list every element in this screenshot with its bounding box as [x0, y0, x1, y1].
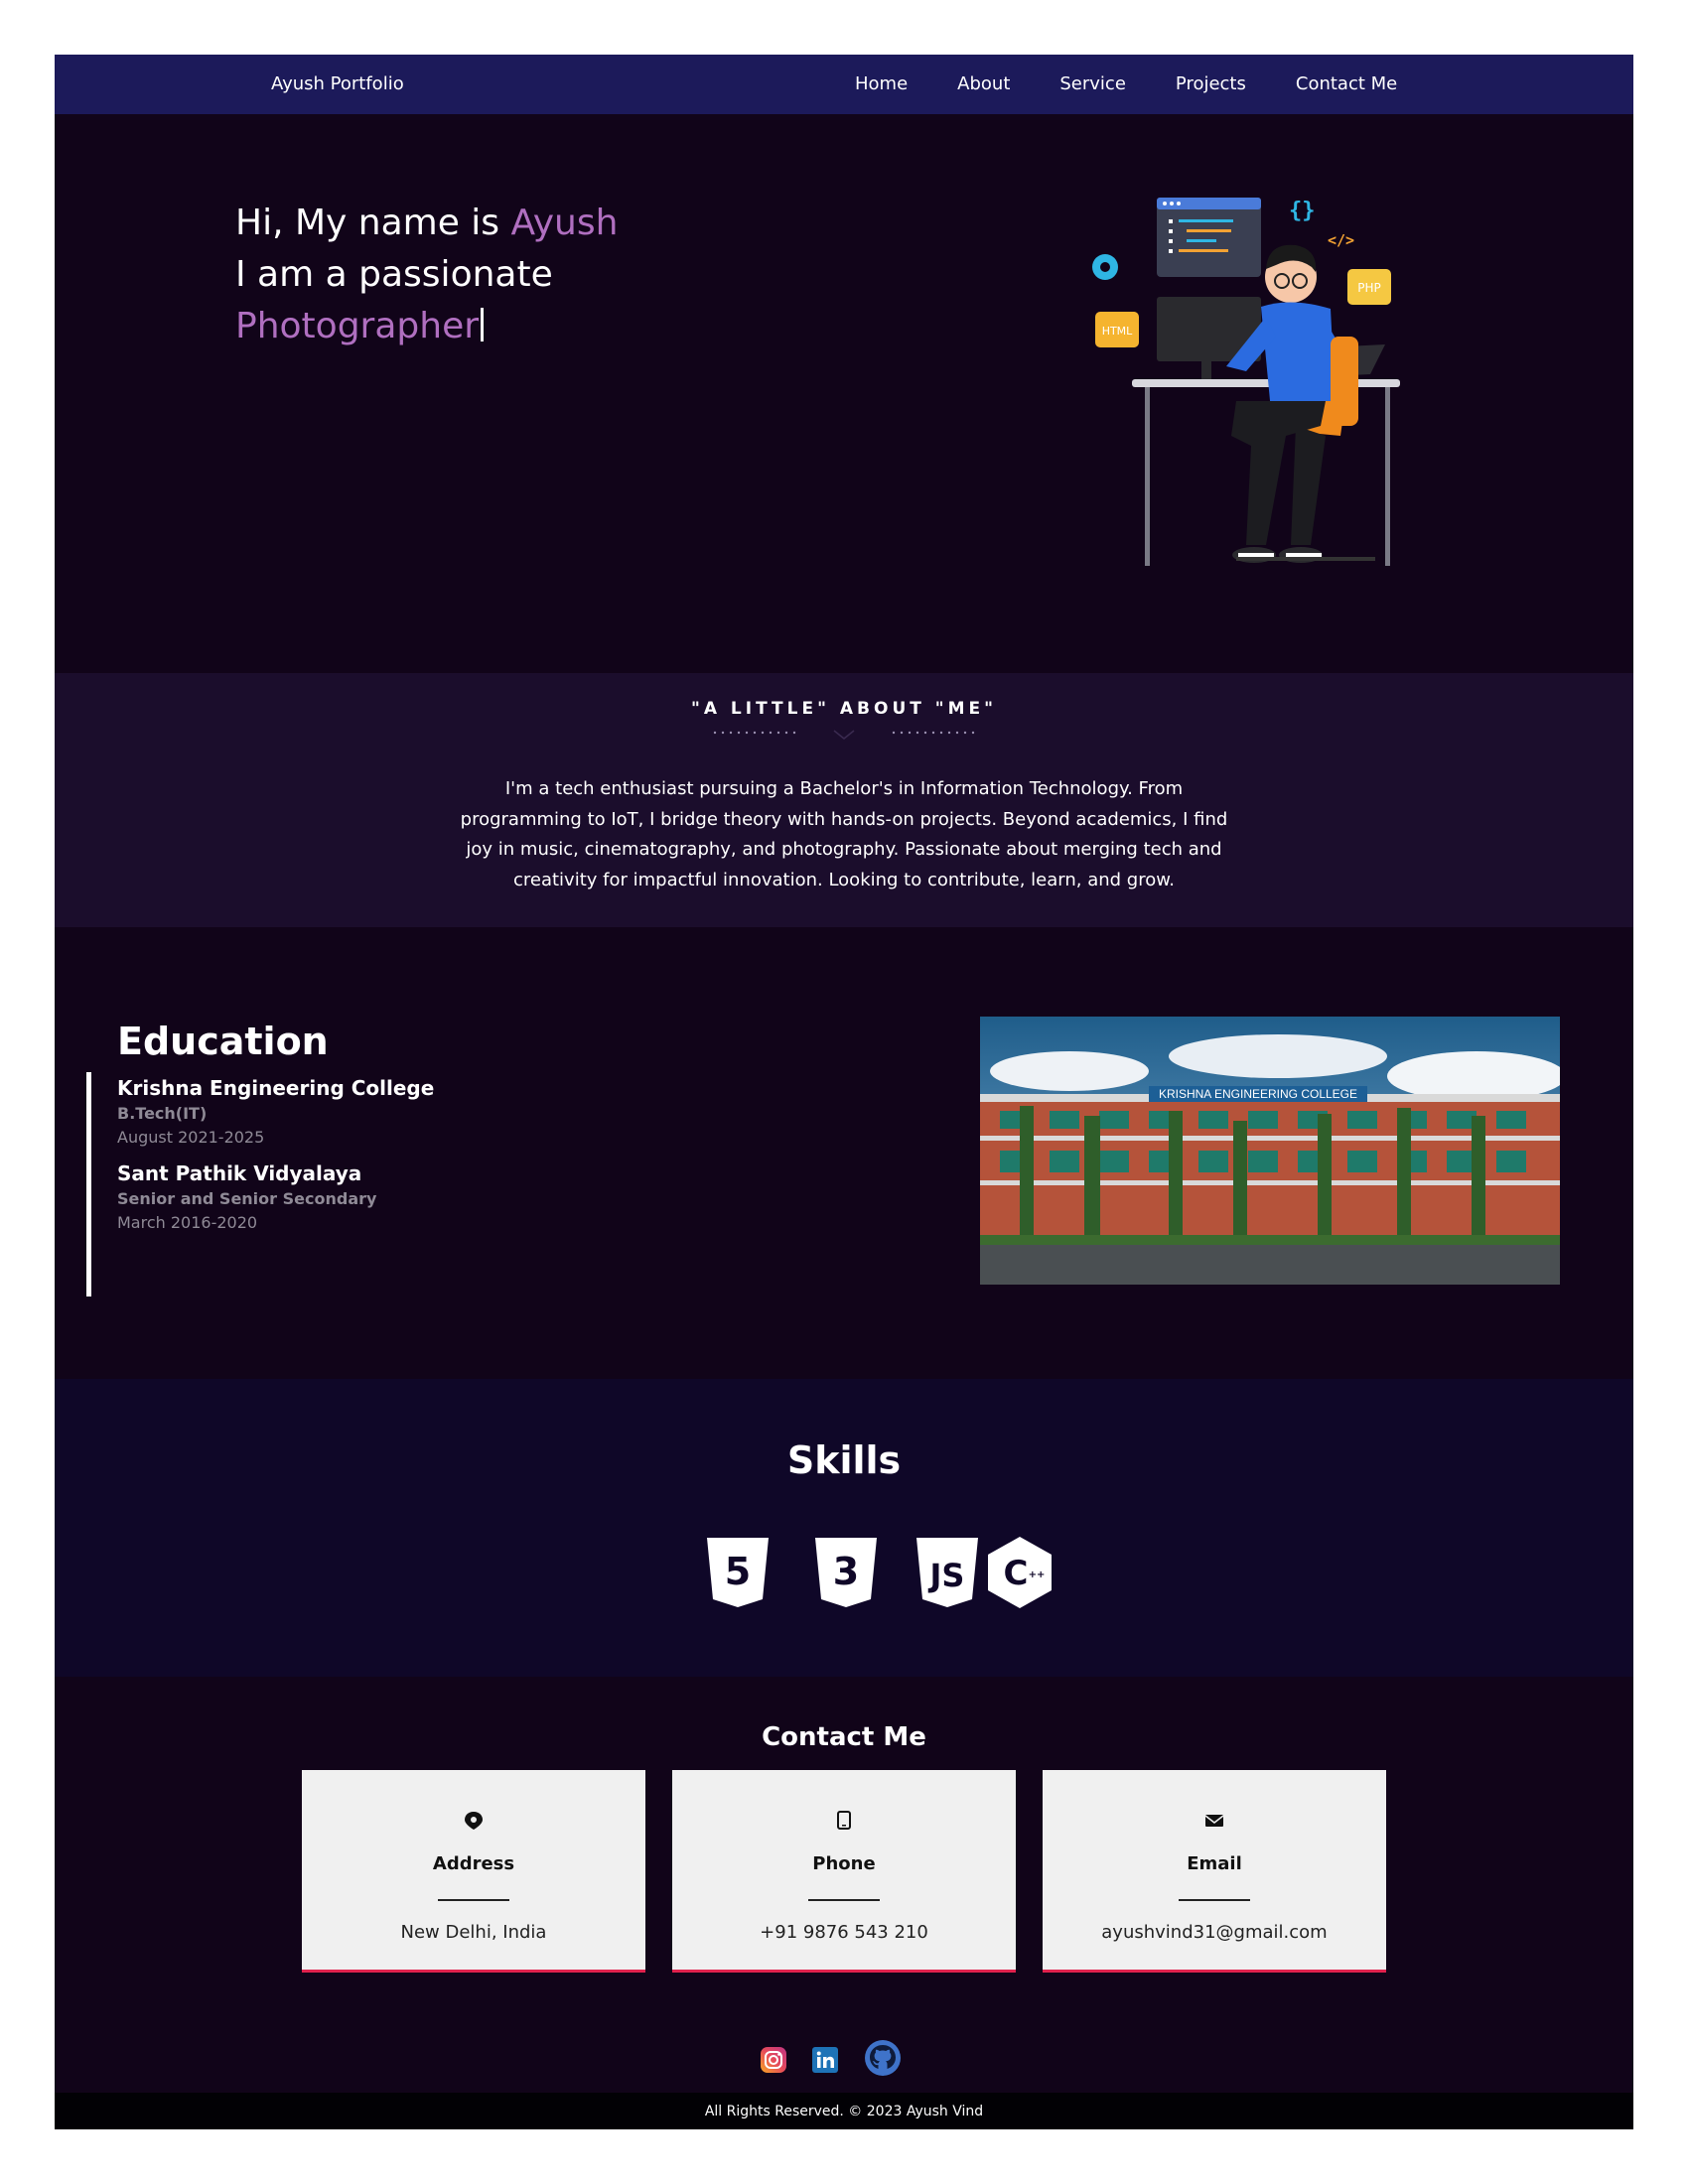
developer-illustration: {} </> PHP HTML	[1092, 198, 1400, 566]
nav-link-service[interactable]: Service	[1059, 73, 1126, 94]
contact-card-value[interactable]: ayushvind31@gmail.com	[1043, 1922, 1386, 1943]
contact-section: Contact Me Address New Delhi, India Phon…	[55, 1677, 1633, 2129]
svg-text:5: 5	[725, 1550, 751, 1593]
about-section: "A LITTLE" ABOUT "ME" I'm a tech enthusi…	[55, 673, 1633, 927]
cplusplus-icon[interactable]: C ++	[988, 1537, 1052, 1608]
top-navbar: Ayush Portfolio Home About Service Proje…	[55, 55, 1633, 114]
education-section: Education Krishna Engineering College B.…	[55, 927, 1633, 1379]
contact-title: Contact Me	[762, 1722, 926, 1752]
contact-card-value: +91 9876 543 210	[760, 1922, 928, 1943]
nav-link-projects[interactable]: Projects	[1176, 73, 1246, 94]
html-badge-label: HTML	[1102, 325, 1133, 338]
education-item: Sant Pathik Vidyalaya Senior and Senior …	[117, 1160, 434, 1235]
education-degree: Senior and Senior Secondary	[117, 1189, 377, 1208]
college-photo: KRISHNA ENGINEERING COLLEGE	[980, 1017, 1560, 1285]
skills-section: Skills 5 3 JS C ++	[55, 1379, 1633, 1677]
braces-icon: {}	[1289, 199, 1316, 223]
social-links	[760, 2039, 928, 2079]
education-date: March 2016-2020	[117, 1213, 258, 1232]
skill-icons-row: 5 3 JS C ++	[707, 1537, 1052, 1608]
nav-link-contact[interactable]: Contact Me	[1296, 73, 1397, 94]
envelope-icon	[1204, 1815, 1224, 1827]
hero-section: Hi, My name is Ayush I am a passionate P…	[55, 114, 1633, 673]
card-divider	[438, 1899, 509, 1901]
typing-caret	[481, 308, 485, 341]
code-tag-icon: </>	[1328, 231, 1354, 249]
map-pin-icon	[465, 1812, 483, 1830]
education-title: Education	[117, 1020, 329, 1063]
hero-tagline: I am a passionate	[235, 254, 553, 295]
contact-card-title: Email	[1187, 1853, 1242, 1874]
svg-text:JS: JS	[928, 1557, 965, 1594]
hero-role: Photographer	[235, 306, 480, 346]
html5-icon[interactable]: 5	[707, 1538, 769, 1607]
card-divider	[1179, 1899, 1250, 1901]
svg-text:3: 3	[833, 1550, 859, 1593]
about-title: "A LITTLE" ABOUT "ME"	[690, 699, 998, 719]
about-paragraph: I'm a tech enthusiast pursuing a Bachelo…	[460, 778, 1228, 890]
instagram-icon[interactable]	[760, 2046, 787, 2074]
contact-card-phone: Phone +91 9876 543 210	[672, 1770, 1016, 1973]
phone-icon	[837, 1811, 851, 1830]
contact-card-title: Phone	[812, 1853, 876, 1874]
hero-name: Ayush	[510, 203, 619, 243]
contact-card-address: Address New Delhi, India	[302, 1770, 645, 1973]
linkedin-icon[interactable]	[812, 2047, 838, 2073]
skills-title: Skills	[786, 1438, 902, 1482]
education-date: August 2021-2025	[117, 1128, 265, 1147]
education-list: Krishna Engineering College B.Tech(IT) A…	[117, 1074, 434, 1245]
education-school: Sant Pathik Vidyalaya	[117, 1161, 362, 1185]
nav-link-about[interactable]: About	[957, 73, 1010, 94]
nav-links: Home About Service Projects Contact Me	[855, 73, 1447, 94]
nav-link-home[interactable]: Home	[855, 73, 908, 94]
contact-cards: Address New Delhi, India Phone +91 9876 …	[302, 1770, 1413, 1973]
education-degree: B.Tech(IT)	[117, 1104, 208, 1123]
javascript-icon[interactable]: JS	[916, 1538, 978, 1607]
hero-heading: Hi, My name is Ayush I am a passionate P…	[235, 198, 618, 352]
github-icon[interactable]	[864, 2039, 902, 2077]
svg-text:C: C	[1004, 1554, 1029, 1593]
contact-card-title: Address	[432, 1853, 515, 1874]
timeline-bar	[86, 1072, 91, 1297]
portfolio-page: Ayush Portfolio Home About Service Proje…	[55, 55, 1633, 2129]
gear-icon	[1092, 254, 1118, 280]
contact-card-email: Email ayushvind31@gmail.com	[1043, 1770, 1386, 1973]
title-divider-decoration	[713, 730, 975, 740]
brand-logo-text[interactable]: Ayush Portfolio	[271, 73, 404, 94]
education-school: Krishna Engineering College	[117, 1076, 435, 1100]
education-item: Krishna Engineering College B.Tech(IT) A…	[117, 1074, 434, 1150]
php-badge-label: PHP	[1357, 281, 1381, 295]
desk-icon	[1132, 379, 1400, 387]
contact-card-value: New Delhi, India	[400, 1922, 547, 1943]
card-divider	[808, 1899, 880, 1901]
copyright-text: All Rights Reserved. © 2023 Ayush Vind	[704, 2104, 984, 2119]
footer: All Rights Reserved. © 2023 Ayush Vind	[55, 2093, 1633, 2129]
college-sign: KRISHNA ENGINEERING COLLEGE	[1159, 1087, 1357, 1101]
svg-text:++: ++	[1029, 1570, 1046, 1580]
css3-icon[interactable]: 3	[815, 1538, 877, 1607]
hero-greeting: Hi, My name is	[235, 203, 511, 243]
